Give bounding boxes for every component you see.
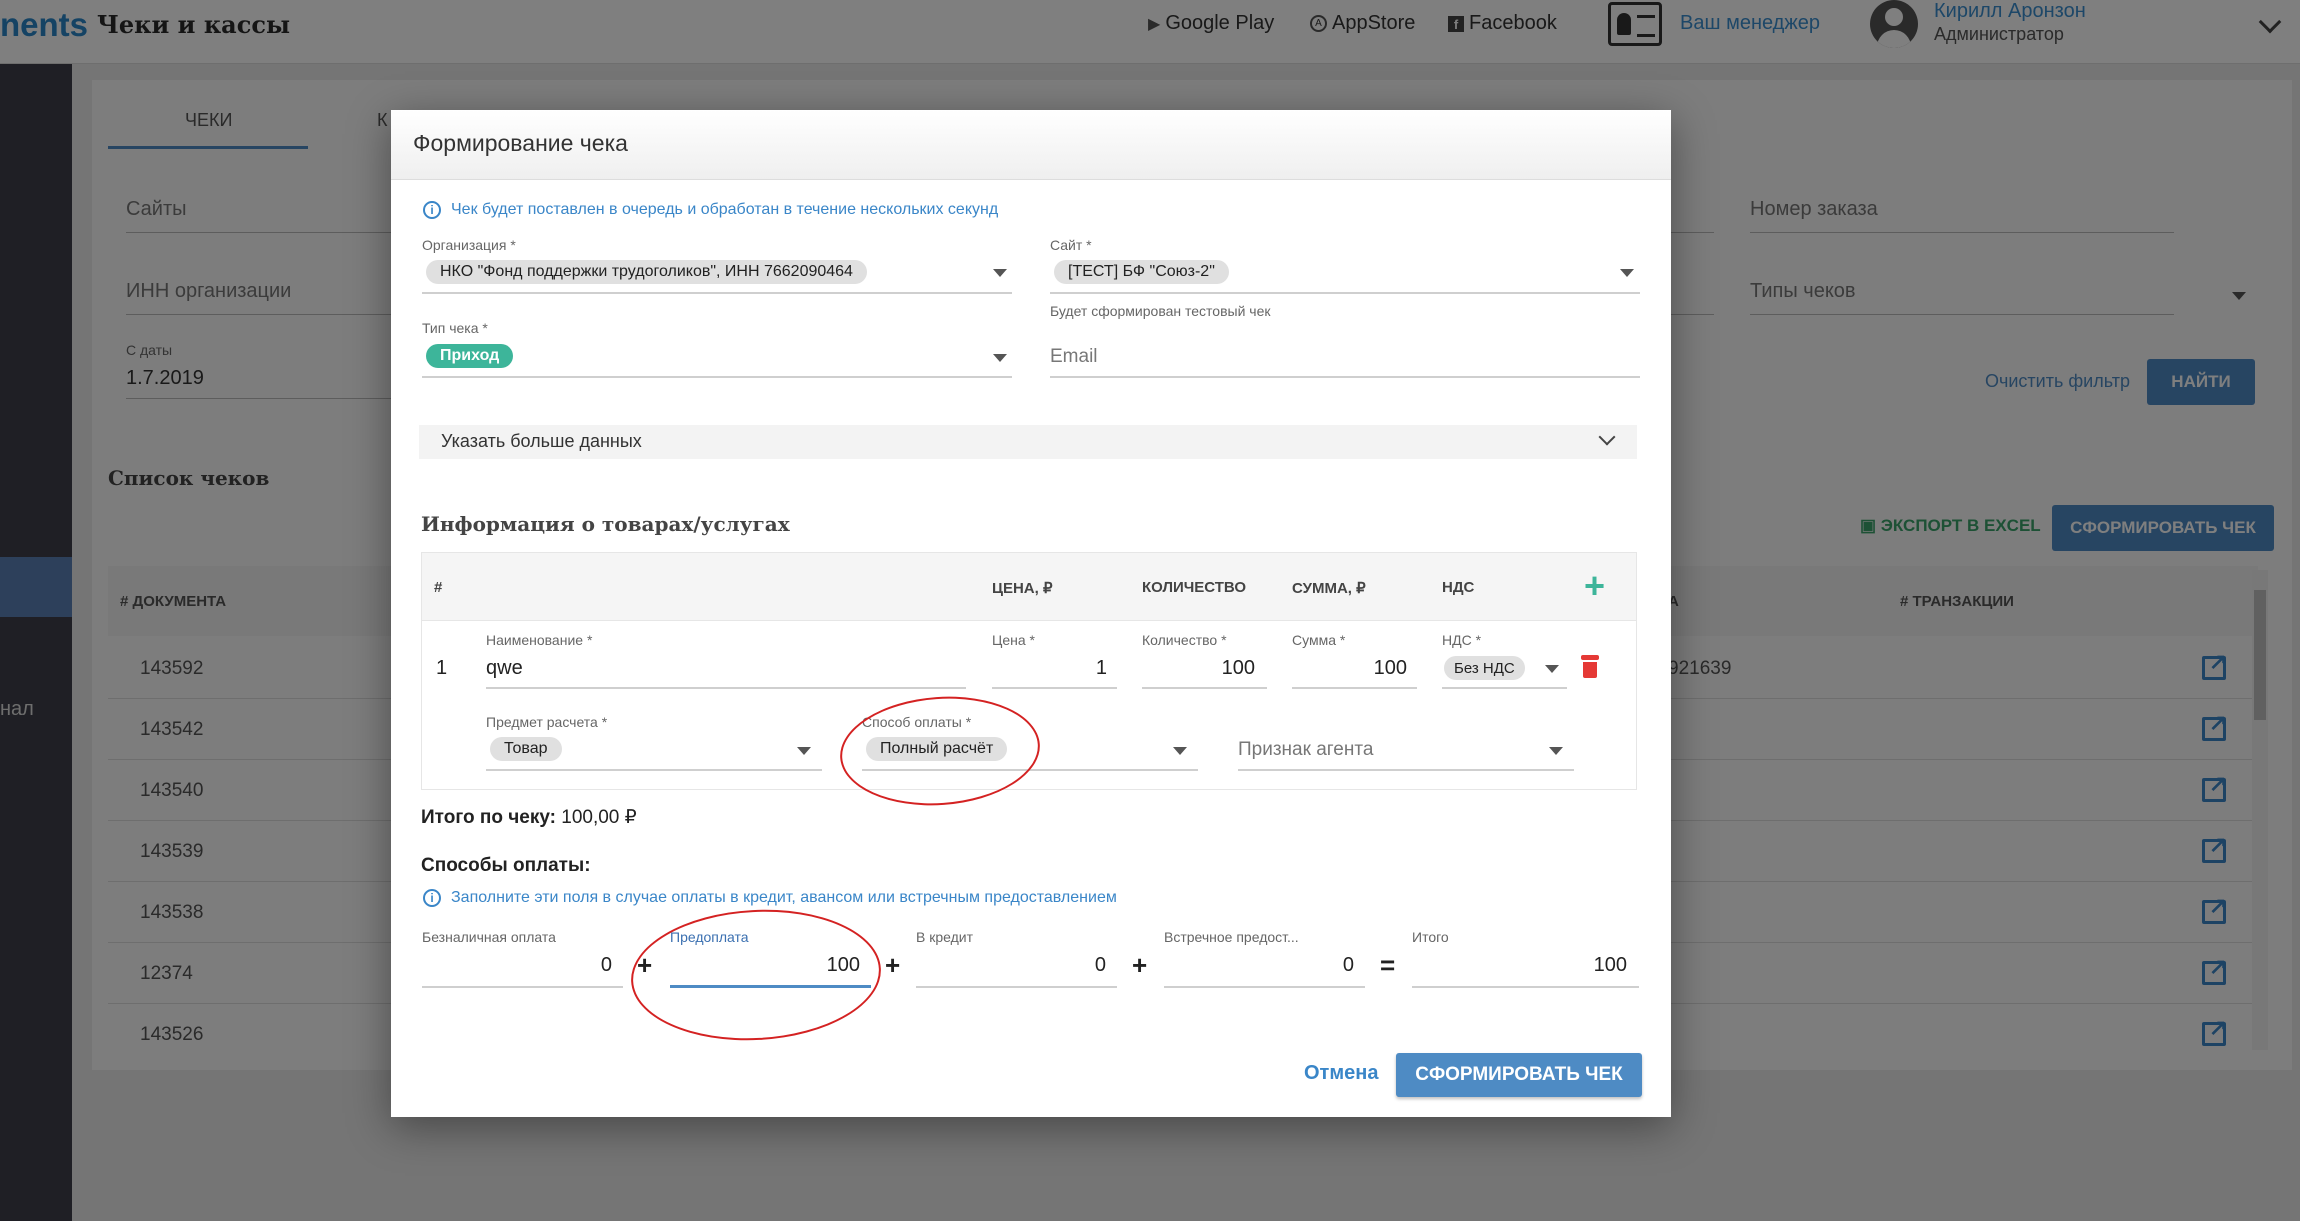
caret-down-icon[interactable] xyxy=(1620,269,1634,277)
caret-down-icon[interactable] xyxy=(993,269,1007,277)
col-sum: СУММА, ₽ xyxy=(1292,580,1366,597)
goods-section-title: Информация о товарах/услугах xyxy=(421,512,790,536)
organization-label: Организация * xyxy=(422,237,516,253)
organization-select-line xyxy=(422,292,1012,294)
site-hint: Будет сформирован тестовый чек xyxy=(1050,303,1271,319)
payments-info-text: Заполните эти поля в случае оплаты в кре… xyxy=(451,889,1117,906)
organization-chip[interactable]: НКО "Фонд поддержки трудоголиков", ИНН 7… xyxy=(426,260,867,284)
item-qty-input[interactable]: 100 xyxy=(1142,657,1255,680)
email-field[interactable]: Email xyxy=(1050,346,1098,368)
subject-label: Предмет расчета * xyxy=(486,714,608,730)
col-price: ЦЕНА, ₽ xyxy=(992,580,1053,597)
plus-sign: + xyxy=(885,950,901,980)
item-sum-input[interactable]: 100 xyxy=(1292,657,1407,680)
cashless-input[interactable]: 0 xyxy=(422,954,612,977)
item-price-label: Цена * xyxy=(992,632,1035,648)
delete-item-icon[interactable] xyxy=(1580,655,1600,679)
payments-total-value: 100 xyxy=(1593,954,1627,976)
email-field-line xyxy=(1050,376,1640,378)
queue-info-text: Чек будет поставлен в очередь и обработа… xyxy=(451,201,999,218)
info-icon: i xyxy=(423,201,441,219)
more-data-label: Указать больше данных xyxy=(441,431,642,451)
item-sum-line xyxy=(1292,687,1417,689)
caret-down-icon[interactable] xyxy=(797,747,811,755)
dialog-title: Формирование чека xyxy=(413,130,628,156)
more-data-expander[interactable]: Указать больше данных xyxy=(419,425,1637,459)
agent-sign-select[interactable]: Признак агента xyxy=(1238,739,1373,761)
caret-down-icon[interactable] xyxy=(1173,747,1187,755)
credit-input[interactable]: 0 xyxy=(916,954,1106,977)
annotation-circle xyxy=(627,903,885,1047)
site-select-line xyxy=(1050,292,1640,294)
item-name-input[interactable]: qwe xyxy=(486,657,523,680)
item-index: 1 xyxy=(436,657,448,679)
site-chip[interactable]: [ТЕСТ] БФ "Союз-2" xyxy=(1054,260,1229,284)
item-qty-label: Количество * xyxy=(1142,632,1227,648)
check-type-chip[interactable]: Приход xyxy=(426,344,514,368)
subject-chip[interactable]: Товар xyxy=(490,737,562,761)
submit-check-button[interactable]: СФОРМИРОВАТЬ ЧЕК xyxy=(1396,1053,1642,1097)
goods-table-header: # ЦЕНА, ₽ КОЛИЧЕСТВО СУММА, ₽ НДС + xyxy=(422,553,1636,621)
col-quantity: КОЛИЧЕСТВО xyxy=(1142,579,1247,596)
col-index: # xyxy=(434,579,443,596)
item-name-line xyxy=(486,687,966,689)
item-name-label: Наименование * xyxy=(486,632,593,648)
caret-down-icon[interactable] xyxy=(1549,747,1563,755)
info-icon: i xyxy=(423,889,441,907)
check-type-label: Тип чека * xyxy=(422,320,488,336)
dialog-header: Формирование чека xyxy=(391,110,1671,180)
counter-provision-label: Встречное предост... xyxy=(1164,929,1299,945)
equals-sign: = xyxy=(1380,950,1396,980)
counter-provision-input[interactable]: 0 xyxy=(1164,954,1354,977)
col-vat: НДС xyxy=(1442,579,1475,596)
credit-line xyxy=(916,986,1117,988)
cashless-line xyxy=(422,986,623,988)
item-vat-label: НДС * xyxy=(1442,632,1482,648)
item-sum-label: Сумма * xyxy=(1292,632,1346,648)
payment-methods-title: Способы оплаты: xyxy=(421,855,591,876)
item-qty-line xyxy=(1142,687,1267,689)
create-check-dialog: Формирование чека i Чек будет поставлен … xyxy=(391,110,1671,1117)
subject-select-line xyxy=(486,769,822,771)
credit-label: В кредит xyxy=(916,929,974,945)
site-label: Сайт * xyxy=(1050,237,1092,253)
agent-sign-line xyxy=(1238,769,1574,771)
payments-total-label: Итого xyxy=(1412,929,1449,945)
item-vat-chip[interactable]: Без НДС xyxy=(1444,656,1525,680)
counter-provision-line xyxy=(1164,986,1365,988)
check-total: Итого по чеку: 100,00 ₽ xyxy=(421,807,637,828)
item-vat-line xyxy=(1442,687,1567,689)
add-item-icon[interactable]: + xyxy=(1584,568,1605,604)
check-type-select-line xyxy=(422,376,1012,378)
chevron-down-icon xyxy=(1598,428,1616,446)
item-price-input[interactable]: 1 xyxy=(992,657,1107,680)
payments-total-line xyxy=(1412,986,1639,988)
cashless-label: Безналичная оплата xyxy=(422,929,556,945)
caret-down-icon[interactable] xyxy=(993,354,1007,362)
plus-sign: + xyxy=(1132,950,1148,980)
caret-down-icon[interactable] xyxy=(1545,665,1559,673)
item-price-line xyxy=(992,687,1117,689)
cancel-button[interactable]: Отмена xyxy=(1304,1062,1378,1085)
